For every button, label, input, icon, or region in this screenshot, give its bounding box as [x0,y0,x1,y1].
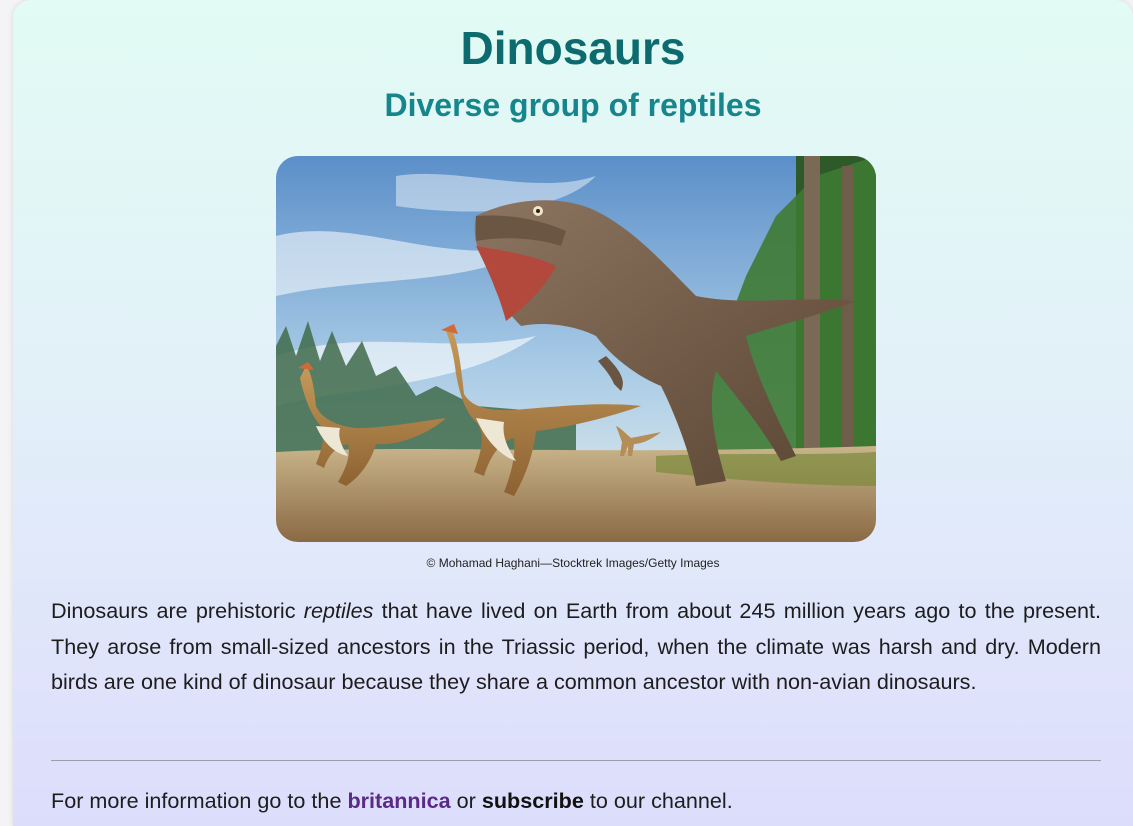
page-title: Dinosaurs [460,22,686,74]
footer-text-2: or [450,788,482,813]
footer-note: For more information go to the britannic… [51,788,733,814]
footer-text-3: to our channel. [583,788,733,813]
britannica-link[interactable]: britannica [347,788,450,813]
section-divider [51,760,1101,761]
description-paragraph: Dinosaurs are prehistoric reptiles that … [51,593,1101,700]
description-text-start: Dinosaurs are prehistoric [51,598,304,623]
content-card: Dinosaurs Diverse group of reptiles © Mo… [13,0,1133,826]
page-subtitle: Diverse group of reptiles [384,87,762,123]
dinosaur-illustration [276,156,876,542]
footer-text-1: For more information go to the [51,788,348,813]
subscribe-text: subscribe [481,788,584,813]
image-credit: © Mohamad Haghani—Stocktrek Images/Getty… [426,556,720,570]
description-emphasis: reptiles [303,598,374,623]
